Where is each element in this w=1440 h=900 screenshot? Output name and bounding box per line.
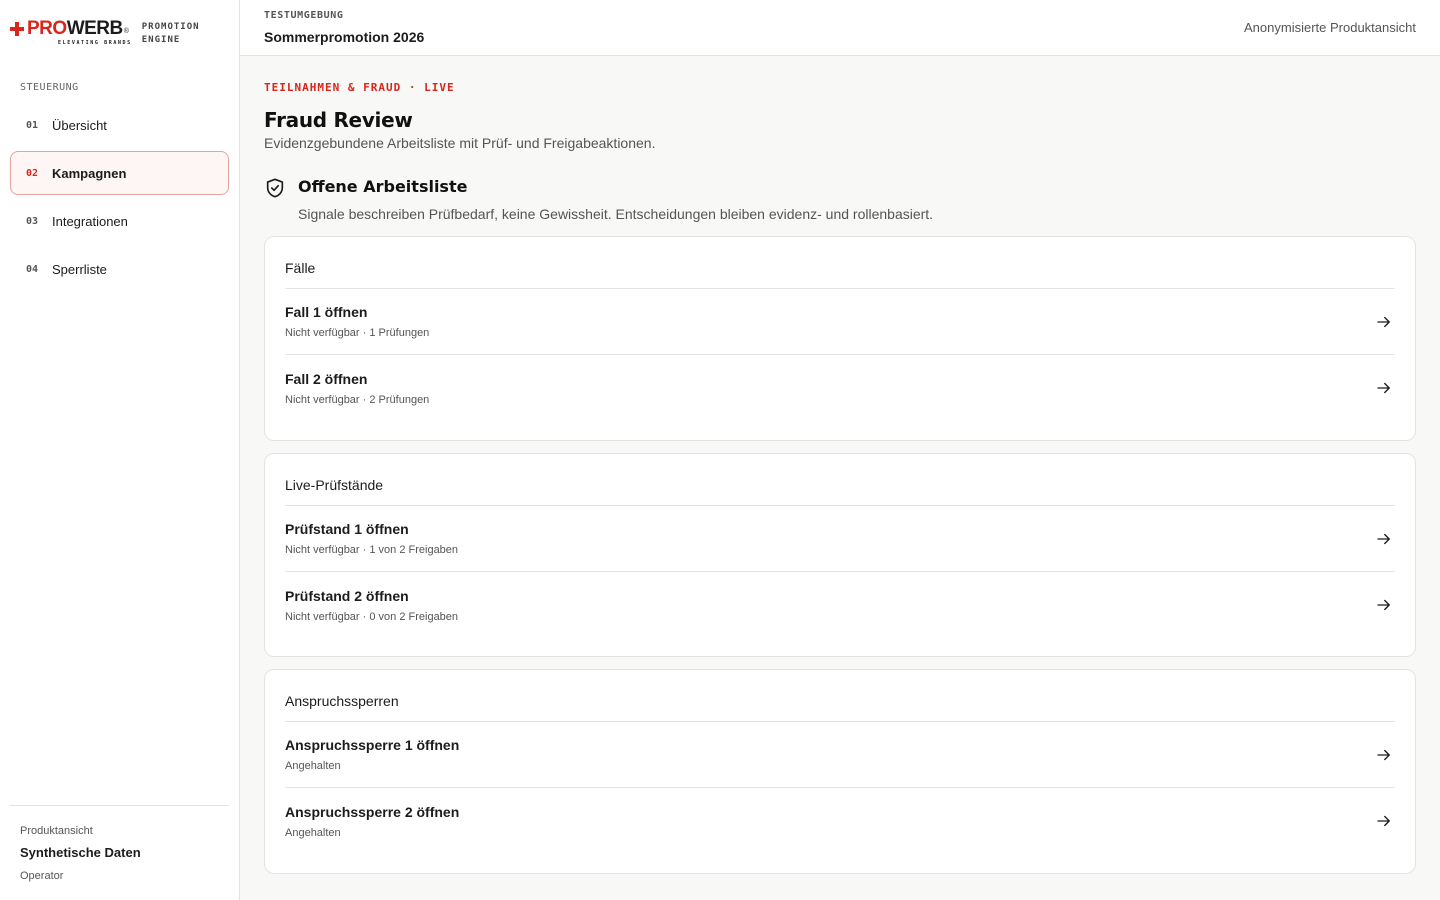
brand[interactable]: PRO WERB ® ELEVATING BRANDS PROMOTION EN… — [10, 18, 200, 50]
page-title: Fraud Review — [264, 108, 413, 132]
arrow-right-icon[interactable] — [1375, 596, 1393, 614]
row-meta: Nicht verfügbar · 1 Prüfungen — [285, 327, 430, 339]
logo-text-red: PRO — [27, 18, 67, 39]
sidebar-nav: 01 Übersicht 02 Kampagnen 03 Integration… — [10, 103, 229, 295]
case-row[interactable]: Fall 2 öffnen Nicht verfügbar · 2 Prüfun… — [285, 355, 1395, 421]
shield-check-icon — [266, 178, 284, 198]
arrow-right-icon[interactable] — [1375, 812, 1393, 830]
row-meta: Angehalten — [285, 760, 341, 772]
row-title: Fall 1 öffnen — [285, 304, 368, 320]
arrow-right-icon[interactable] — [1375, 379, 1393, 397]
card-heading: Live-Prüfstände — [285, 454, 1395, 506]
sidebar-item-integrationen[interactable]: 03 Integrationen — [10, 199, 229, 243]
nav-item-number: 02 — [26, 167, 39, 179]
nav-item-label: Integrationen — [52, 213, 128, 229]
product-name-line1: PROMOTION — [141, 22, 200, 32]
view-label: Produktansicht — [20, 825, 93, 837]
logo-text-dark: WERB — [66, 18, 124, 39]
nav-item-number: 01 — [26, 119, 39, 131]
claim-block-row[interactable]: Anspruchssperre 2 öffnen Angehalten — [285, 788, 1395, 854]
sidebar-footer: Produktansicht Synthetische Daten Operat… — [10, 805, 229, 882]
arrow-right-icon[interactable] — [1375, 746, 1393, 764]
cases-card: Fälle Fall 1 öffnen Nicht verfügbar · 1 … — [264, 236, 1416, 441]
arrow-right-icon[interactable] — [1375, 313, 1393, 331]
card-heading: Fälle — [285, 237, 1395, 289]
nav-item-number: 03 — [26, 215, 39, 227]
logo-tagline: ELEVATING BRANDS — [58, 40, 132, 46]
test-stand-row[interactable]: Prüfstand 1 öffnen Nicht verfügbar · 1 v… — [285, 506, 1395, 572]
row-meta: Nicht verfügbar · 0 von 2 Freigaben — [285, 610, 459, 623]
claim-blocks-card: Anspruchssperren Anspruchssperre 1 öffne… — [264, 669, 1416, 874]
product-name-line2: ENGINE — [141, 35, 181, 45]
nav-item-label: Übersicht — [52, 117, 107, 133]
page-subtitle: Evidenzgebundene Arbeitsliste mit Prüf- … — [264, 135, 656, 151]
row-title: Prüfstand 1 öffnen — [285, 521, 409, 537]
prowerb-logo: PRO WERB ® ELEVATING BRANDS — [10, 18, 132, 46]
user-role: Operator — [20, 870, 64, 882]
cross-logo-icon — [10, 22, 24, 36]
logo-registered-mark: ® — [123, 28, 129, 35]
row-title: Prüfstand 2 öffnen — [285, 587, 409, 604]
section-title: Offene Arbeitsliste — [298, 177, 468, 196]
nav-item-label: Sperrliste — [52, 261, 107, 277]
nav-item-number: 04 — [26, 263, 39, 275]
card-heading: Anspruchssperren — [285, 670, 1395, 722]
live-test-stands-card: Live-Prüfstände Prüfstand 1 öffnen Nicht… — [264, 453, 1416, 657]
page-eyebrow: TEILNAHMEN & FRAUD · LIVE — [264, 81, 455, 94]
sidebar-item-kampagnen[interactable]: 02 Kampagnen — [10, 151, 229, 195]
campaign-name: Sommerpromotion 2026 — [264, 29, 425, 45]
sidebar: PRO WERB ® ELEVATING BRANDS PROMOTION EN… — [0, 0, 240, 900]
sidebar-item-uebersicht[interactable]: 01 Übersicht — [10, 103, 229, 147]
top-bar: TESTUMGEBUNG Sommerpromotion 2026 Anonym… — [240, 0, 1440, 56]
arrow-right-icon[interactable] — [1375, 530, 1393, 548]
nav-section-label: STEUERUNG — [20, 82, 79, 93]
nav-item-label: Kampagnen — [52, 165, 127, 181]
product-name: PROMOTION ENGINE — [142, 21, 200, 47]
section-subtitle: Signale beschreiben Prüfbedarf, keine Ge… — [298, 206, 934, 222]
sidebar-item-sperrliste[interactable]: 04 Sperrliste — [10, 247, 229, 291]
row-meta: Nicht verfügbar · 2 Prüfungen — [285, 393, 430, 406]
environment-label: TESTUMGEBUNG — [264, 10, 344, 21]
row-meta: Angehalten — [285, 826, 341, 839]
row-meta: Nicht verfügbar · 1 von 2 Freigaben — [285, 544, 459, 556]
case-row[interactable]: Fall 1 öffnen Nicht verfügbar · 1 Prüfun… — [285, 289, 1395, 355]
view-value: Synthetische Daten — [20, 845, 141, 860]
view-mode-label: Anonymisierte Produktansicht — [1244, 20, 1416, 35]
test-stand-row[interactable]: Prüfstand 2 öffnen Nicht verfügbar · 0 v… — [285, 572, 1395, 638]
row-title: Anspruchssperre 1 öffnen — [285, 737, 460, 753]
row-title: Fall 2 öffnen — [285, 370, 368, 387]
claim-block-row[interactable]: Anspruchssperre 1 öffnen Angehalten — [285, 722, 1395, 788]
row-title: Anspruchssperre 2 öffnen — [285, 803, 460, 820]
